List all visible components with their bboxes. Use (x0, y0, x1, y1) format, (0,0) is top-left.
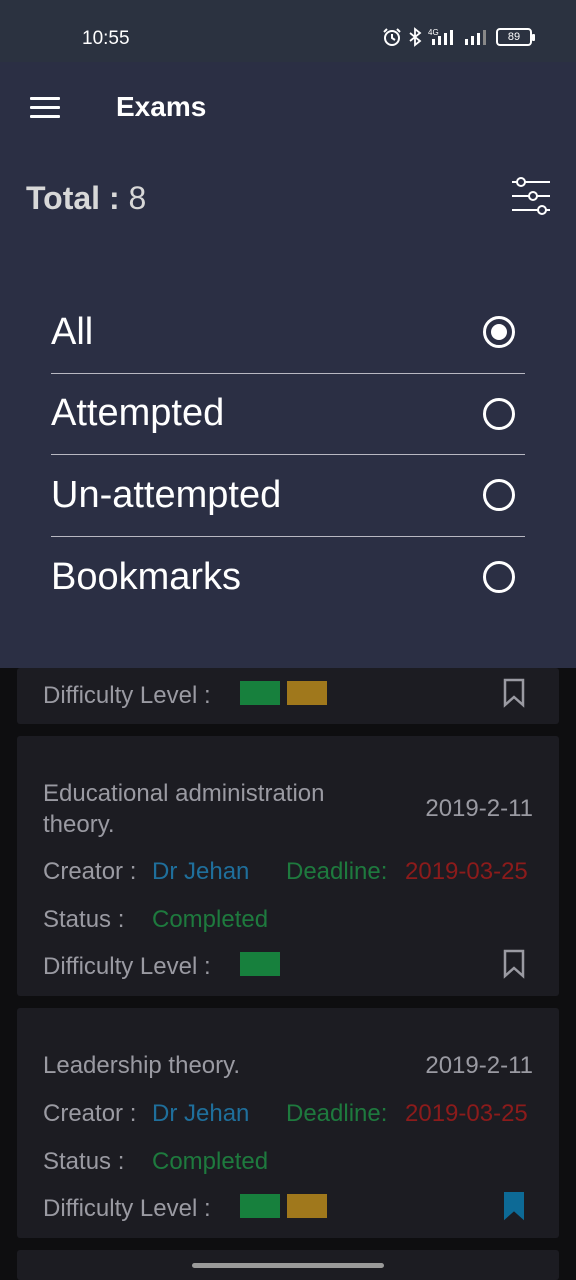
filter-option-label: Attempted (51, 392, 225, 435)
status-bar: 10:55 4G 89 (0, 0, 576, 62)
radio-unselected-icon[interactable] (483, 397, 515, 430)
filter-option-all[interactable]: All (51, 292, 525, 374)
hamburger-line (30, 115, 60, 118)
total-value: 8 (128, 180, 147, 216)
difficulty-label: Difficulty Level : (43, 682, 211, 709)
status-value: Completed (152, 1148, 269, 1175)
battery-level: 89 (507, 31, 521, 43)
filter-options: All Attempted Un-attempted Bookmarks (51, 292, 525, 618)
difficulty-green (240, 1194, 280, 1218)
bookmark-icon[interactable] (502, 678, 526, 708)
deadline-value: 2019-03-25 (405, 1100, 528, 1127)
exam-card[interactable]: Leadership theory. 2019-2-11 Creator : D… (17, 1008, 559, 1238)
exam-title-continued: theory. (43, 811, 115, 838)
creator-label: Creator : (43, 1100, 137, 1127)
creator-label: Creator : (43, 858, 137, 885)
exam-title: Leadership theory. (43, 1052, 241, 1079)
filter-option-label: All (51, 310, 94, 353)
svg-text:4G: 4G (428, 28, 439, 37)
difficulty-green (240, 952, 280, 976)
exam-card[interactable]: Educational administration theory. 2019-… (17, 736, 559, 996)
creator-name[interactable]: Dr Jehan (152, 1100, 249, 1128)
difficulty-green (240, 681, 280, 705)
menu-button[interactable] (30, 97, 60, 119)
difficulty-gold (287, 681, 327, 705)
bookmark-filled-icon[interactable] (502, 1191, 526, 1221)
status-value: Completed (152, 906, 269, 933)
exam-card[interactable]: Difficulty Level : (17, 668, 559, 724)
radio-unselected-icon[interactable] (483, 561, 515, 594)
hamburger-icon (30, 97, 60, 100)
deadline-value: 2019-03-25 (405, 858, 528, 885)
exam-date: 2019-2-11 (425, 795, 533, 822)
exam-date: 2019-2-11 (425, 1052, 533, 1079)
signal-4g-icon: 4G (428, 28, 453, 45)
filter-panel: Exams Total : 8 All Attempted Un-attempt… (0, 62, 576, 668)
creator-name[interactable]: Dr Jehan (152, 858, 249, 886)
page-title: Exams (116, 91, 207, 122)
radio-unselected-icon[interactable] (483, 479, 515, 512)
status-label: Status : (43, 1148, 125, 1175)
bookmark-icon[interactable] (502, 949, 526, 979)
filter-option-bookmarks[interactable]: Bookmarks (51, 537, 525, 619)
bluetooth-icon (409, 27, 422, 47)
total-label: Total : (26, 180, 120, 216)
filter-option-label: Un-attempted (51, 473, 282, 516)
radio-selected-icon[interactable] (483, 316, 515, 349)
deadline-label: Deadline: (286, 858, 388, 885)
status-icons: 4G 89 (382, 27, 535, 47)
battery-icon: 89 (496, 28, 535, 46)
gesture-bar[interactable] (192, 1263, 384, 1268)
deadline-label: Deadline: (286, 1100, 388, 1127)
difficulty-label: Difficulty Level : (43, 953, 211, 980)
alarm-icon (383, 28, 401, 46)
difficulty-gold (287, 1194, 327, 1218)
exam-title: Educational administration (43, 780, 325, 807)
filter-settings-icon[interactable] (510, 175, 552, 217)
status-label: Status : (43, 906, 125, 933)
hamburger-line (30, 106, 60, 109)
signal-icon (465, 30, 486, 45)
filter-option-attempted[interactable]: Attempted (51, 374, 525, 455)
difficulty-label: Difficulty Level : (43, 1195, 211, 1222)
filter-option-label: Bookmarks (51, 555, 242, 598)
filter-option-unattempted[interactable]: Un-attempted (51, 455, 525, 537)
status-time: 10:55 (82, 28, 130, 49)
total-count: Total : 8 (26, 180, 146, 217)
